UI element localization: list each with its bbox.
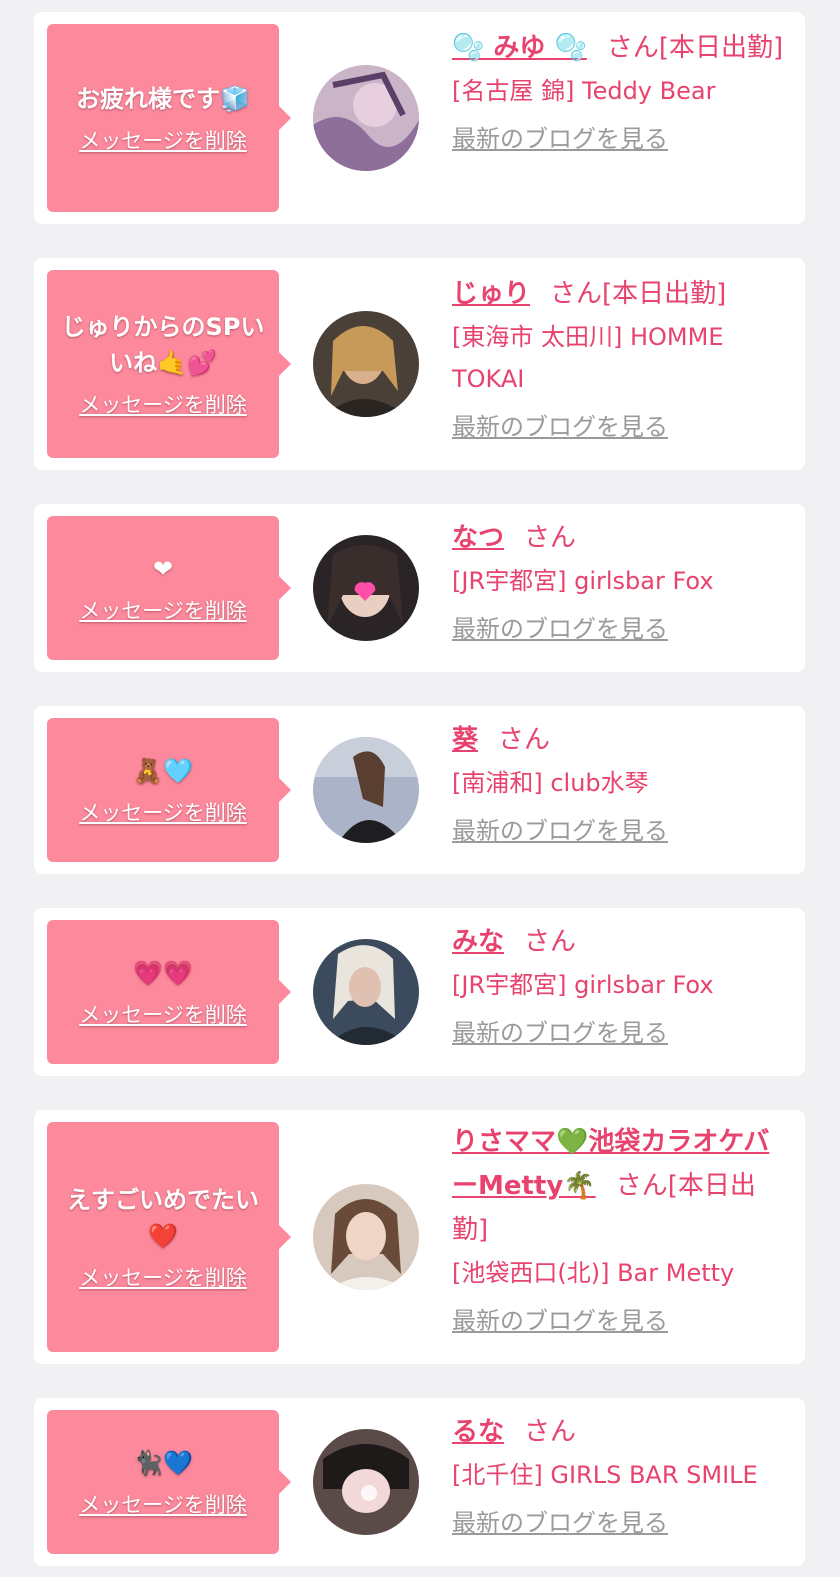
latest-blog-link[interactable]: 最新のブログを見る bbox=[452, 608, 668, 650]
shop-info: [名古屋 錦] Teddy Bear bbox=[452, 77, 716, 105]
shop-info: [北千住] GIRLS BAR SMILE bbox=[452, 1461, 758, 1489]
cast-name-link[interactable]: じゅり bbox=[452, 279, 530, 309]
latest-blog-link[interactable]: 最新のブログを見る bbox=[452, 406, 668, 448]
avatar[interactable] bbox=[313, 311, 419, 417]
message-bubble: お疲れ様です🧊 メッセージを削除 bbox=[47, 24, 291, 212]
message-card: じゅりからのSPいいね🤙💕 メッセージを削除 じゅり さん[本日出勤] [東海市 … bbox=[34, 258, 805, 470]
honorific: さん[本日出勤] bbox=[606, 33, 784, 63]
latest-blog-link[interactable]: 最新のブログを見る bbox=[452, 1012, 668, 1054]
delete-message-link[interactable]: メッセージを削除 bbox=[79, 1489, 247, 1519]
message-text: 🐈‍⬛💙 bbox=[133, 1449, 193, 1477]
delete-message-link[interactable]: メッセージを削除 bbox=[79, 999, 247, 1029]
avatar[interactable] bbox=[313, 737, 419, 843]
cast-name-link[interactable]: 葵 bbox=[452, 725, 478, 755]
message-card: 💗💗 メッセージを削除 みな さん [JR宇都宮] girlsbar Fox 最新… bbox=[34, 908, 805, 1076]
latest-blog-link[interactable]: 最新のブログを見る bbox=[452, 1502, 668, 1544]
shop-info: [東海市 太田川] HOMME TOKAI bbox=[452, 323, 724, 393]
cast-info: るな さん [北千住] GIRLS BAR SMILE 最新のブログを見る bbox=[452, 1410, 789, 1544]
message-bubble: じゅりからのSPいいね🤙💕 メッセージを削除 bbox=[47, 270, 291, 458]
cast-info: なつ さん [JR宇都宮] girlsbar Fox 最新のブログを見る bbox=[452, 516, 789, 650]
message-text: 💗💗 bbox=[133, 959, 193, 987]
delete-message-link[interactable]: メッセージを削除 bbox=[79, 797, 247, 827]
shop-info: [JR宇都宮] girlsbar Fox bbox=[452, 971, 714, 999]
message-bubble: えすごいめでたい❤️ メッセージを削除 bbox=[47, 1122, 291, 1352]
honorific: さん bbox=[498, 725, 551, 755]
cast-name-link[interactable]: 🫧 みゆ 🫧 bbox=[452, 33, 587, 63]
message-text: じゅりからのSPいいね🤙💕 bbox=[61, 313, 265, 377]
message-text: 🧸🩵 bbox=[133, 757, 193, 785]
shop-info: [JR宇都宮] girlsbar Fox bbox=[452, 567, 714, 595]
cast-info: じゅり さん[本日出勤] [東海市 太田川] HOMME TOKAI 最新のブログ… bbox=[452, 272, 789, 448]
latest-blog-link[interactable]: 最新のブログを見る bbox=[452, 1300, 668, 1342]
cast-name-link[interactable]: なつ bbox=[452, 523, 504, 553]
delete-message-link[interactable]: メッセージを削除 bbox=[79, 125, 247, 155]
honorific: さん[本日出勤] bbox=[550, 279, 727, 309]
message-card: ❤ メッセージを削除 なつ さん [JR宇都宮] girlsbar Fox 最新の… bbox=[34, 504, 805, 672]
message-bubble: 🧸🩵 メッセージを削除 bbox=[47, 718, 291, 862]
message-bubble: 💗💗 メッセージを削除 bbox=[47, 920, 291, 1064]
cast-name-link[interactable]: みな bbox=[452, 927, 504, 957]
delete-message-link[interactable]: メッセージを削除 bbox=[79, 1262, 247, 1292]
honorific: さん bbox=[524, 523, 577, 553]
message-bubble: 🐈‍⬛💙 メッセージを削除 bbox=[47, 1410, 291, 1554]
message-text: お疲れ様です🧊 bbox=[76, 85, 250, 113]
shop-info: [池袋西口(北)] Bar Metty bbox=[452, 1259, 735, 1287]
message-text: ❤ bbox=[152, 555, 174, 583]
avatar[interactable] bbox=[313, 939, 419, 1045]
cast-info: 🫧 みゆ 🫧 さん[本日出勤] [名古屋 錦] Teddy Bear 最新のブログ… bbox=[452, 26, 789, 160]
honorific: さん bbox=[524, 1417, 577, 1447]
latest-blog-link[interactable]: 最新のブログを見る bbox=[452, 118, 668, 160]
message-card: 🧸🩵 メッセージを削除 葵さん [南浦和] club水琴 最新のブログを見る bbox=[34, 706, 805, 874]
honorific: さん bbox=[524, 927, 577, 957]
message-bubble: ❤ メッセージを削除 bbox=[47, 516, 291, 660]
delete-message-link[interactable]: メッセージを削除 bbox=[79, 595, 247, 625]
avatar[interactable] bbox=[313, 1184, 419, 1290]
delete-message-link[interactable]: メッセージを削除 bbox=[79, 389, 247, 419]
message-card: お疲れ様です🧊 メッセージを削除 🫧 みゆ 🫧 さん[本日出勤] [名古屋 錦] … bbox=[34, 12, 805, 224]
cast-name-link[interactable]: るな bbox=[452, 1417, 504, 1447]
avatar[interactable] bbox=[313, 65, 419, 171]
shop-info: [南浦和] club水琴 bbox=[452, 769, 649, 797]
cast-info: みな さん [JR宇都宮] girlsbar Fox 最新のブログを見る bbox=[452, 920, 789, 1054]
message-card: 🐈‍⬛💙 メッセージを削除 るな さん [北千住] GIRLS BAR SMILE… bbox=[34, 1398, 805, 1566]
avatar[interactable] bbox=[313, 535, 419, 641]
message-text: えすごいめでたい❤️ bbox=[67, 1186, 259, 1250]
latest-blog-link[interactable]: 最新のブログを見る bbox=[452, 810, 668, 852]
avatar[interactable] bbox=[313, 1429, 419, 1535]
cast-info: 葵さん [南浦和] club水琴 最新のブログを見る bbox=[452, 718, 789, 852]
cast-info: りさママ💚池袋カラオケバーMetty🌴 さん[本日出勤] [池袋西口(北)] Ba… bbox=[452, 1120, 789, 1342]
message-card: えすごいめでたい❤️ メッセージを削除 りさママ💚池袋カラオケバーMetty🌴 さ… bbox=[34, 1110, 805, 1364]
